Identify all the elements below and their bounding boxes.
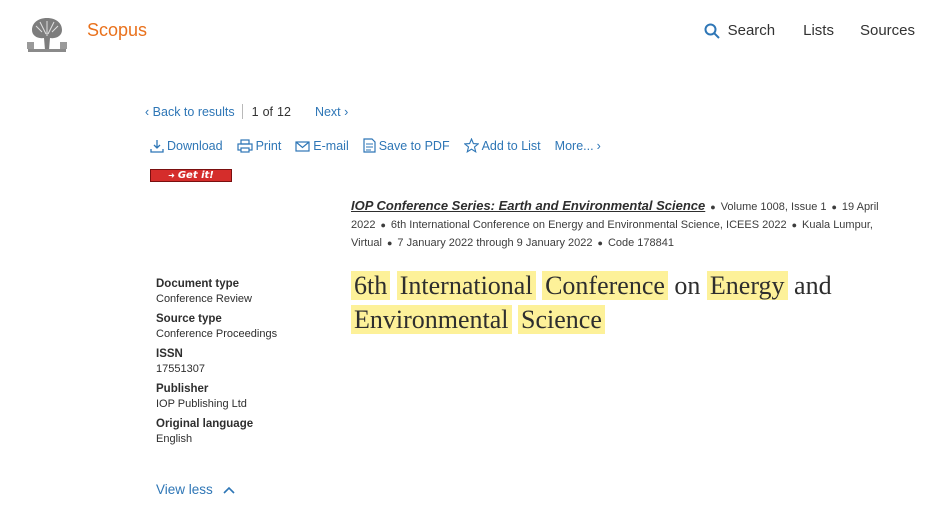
star-icon <box>463 138 479 153</box>
document-type-value: Conference Review <box>156 293 252 305</box>
lists-nav-link[interactable]: Lists <box>803 22 834 39</box>
get-it-button[interactable]: ➜ Get it! <box>150 169 232 182</box>
document-title: 6th International Conference on Energy a… <box>351 269 911 337</box>
download-button[interactable]: Download <box>150 139 223 153</box>
view-less-button[interactable]: View less <box>156 482 235 497</box>
title-word: 6th <box>351 271 391 300</box>
title-word: Energy <box>706 271 788 300</box>
conference-name: 6th International Conference on Energy a… <box>390 219 787 231</box>
result-counter: 1 of 12 <box>251 104 291 119</box>
publisher-value: IOP Publishing Ltd <box>156 398 247 410</box>
issn-value: 17551307 <box>156 363 205 375</box>
issn-label: ISSN <box>156 348 183 360</box>
chevron-right-icon: › <box>344 104 349 119</box>
chevron-left-icon: ‹ <box>145 104 150 119</box>
document-type-label: Document type <box>156 278 240 290</box>
save-to-pdf-button[interactable]: Save to PDF <box>363 138 450 153</box>
journal-link[interactable]: IOP Conference Series: Earth and Environ… <box>351 198 705 213</box>
conference-dates: 7 January 2022 through 9 January 2022 <box>397 237 593 249</box>
divider <box>241 104 243 119</box>
email-button[interactable]: E-mail <box>295 139 349 153</box>
download-icon <box>150 139 164 153</box>
search-icon <box>704 23 720 39</box>
source-info: IOP Conference Series: Earth and Environ… <box>351 198 879 249</box>
envelope-icon <box>295 140 310 152</box>
title-word: Environmental <box>351 305 512 334</box>
arrow-right-icon: ➜ <box>168 171 175 180</box>
printer-icon <box>236 138 253 153</box>
document-toolbar: Download Print E-mail Save to PDF Add to… <box>150 138 615 153</box>
document-metadata: Document type Conference Review Source t… <box>156 278 277 445</box>
language-label: Original language <box>156 418 254 430</box>
search-nav-button[interactable]: Search <box>704 22 776 39</box>
title-word: and <box>794 271 832 300</box>
source-type-value: Conference Proceedings <box>156 328 278 340</box>
print-button[interactable]: Print <box>236 138 281 153</box>
chevron-up-icon <box>223 486 235 494</box>
results-navigation: ‹ Back to results 1 of 12 Next › <box>145 104 348 119</box>
source-type-label: Source type <box>156 313 222 325</box>
volume-issue: Volume 1008, Issue 1 <box>720 201 827 213</box>
publisher-label: Publisher <box>156 383 209 395</box>
more-button[interactable]: More... › <box>555 139 601 153</box>
title-word: Conference <box>542 271 668 300</box>
next-result-link[interactable]: Next › <box>315 105 348 119</box>
title-word: Science <box>518 305 605 334</box>
pdf-document-icon <box>363 138 376 153</box>
add-to-list-button[interactable]: Add to List <box>463 138 541 153</box>
back-to-results-link[interactable]: ‹ Back to results <box>145 105 235 119</box>
conference-code: Code 178841 <box>607 237 675 249</box>
scopus-brand[interactable]: Scopus <box>87 20 147 41</box>
title-word: on <box>674 271 701 300</box>
sources-nav-link[interactable]: Sources <box>860 22 915 39</box>
chevron-right-icon: › <box>596 138 601 153</box>
search-label: Search <box>727 22 776 39</box>
elsevier-logo[interactable] <box>24 12 70 54</box>
language-value: English <box>156 433 193 445</box>
top-navigation: Search Lists Sources <box>704 22 915 39</box>
title-word: International <box>396 271 536 300</box>
